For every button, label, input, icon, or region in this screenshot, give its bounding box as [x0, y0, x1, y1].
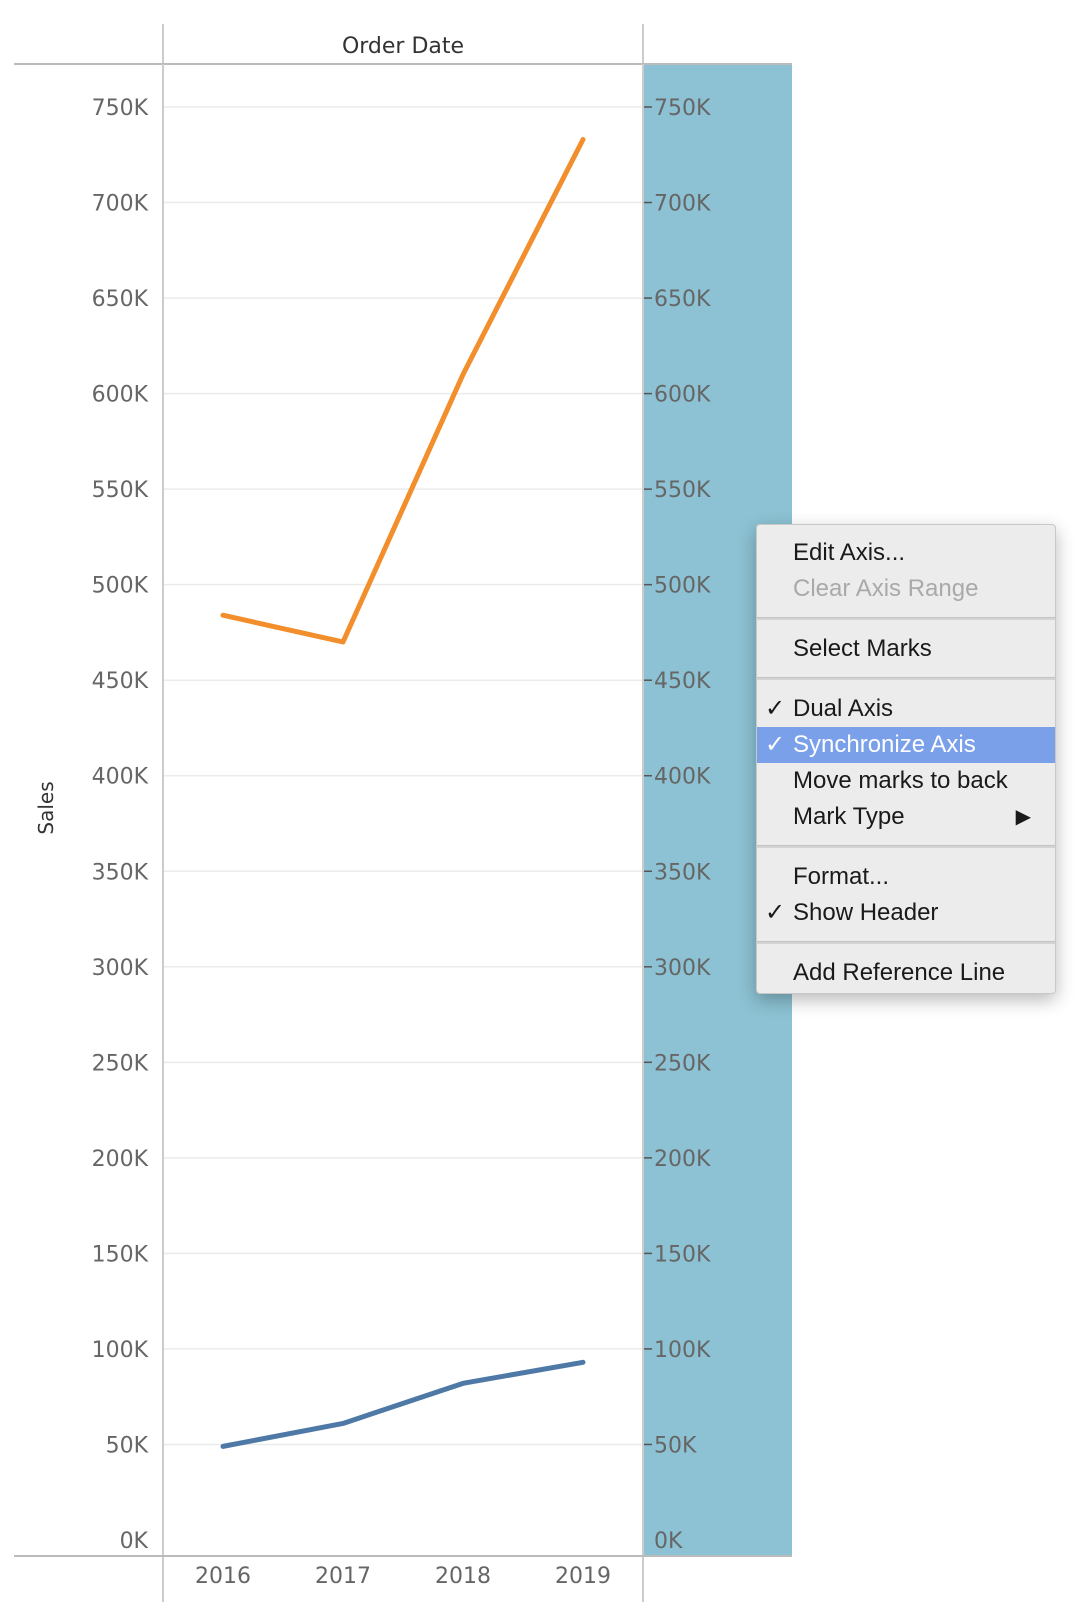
menu-separator	[757, 677, 1055, 680]
left-axis[interactable]: 750K 700K 650K 600K 550K 500K 450K 400K 350K 300K…	[92, 96, 149, 1554]
menu-item-label: Mark Type	[793, 803, 905, 830]
checkmark-icon: ✓	[765, 695, 786, 722]
blue-series-line[interactable]	[220, 1359, 586, 1449]
right-tick-label: 450K	[654, 669, 711, 694]
menu-item-synchronize-axis[interactable]: ✓ Synchronize Axis	[757, 727, 1055, 763]
right-tick-label: 150K	[654, 1242, 711, 1267]
submenu-arrow-icon: ▶	[1015, 806, 1031, 828]
right-tick-label: 100K	[654, 1338, 711, 1363]
menu-item-label: Move marks to back	[793, 767, 1008, 794]
menu-item-edit-axis[interactable]: Edit Axis...	[757, 535, 1055, 571]
menu-item-label: Edit Axis...	[793, 539, 906, 566]
right-tick-label: 0K	[654, 1529, 683, 1554]
menu-item-move-marks-to-back[interactable]: Move marks to back	[757, 763, 1055, 799]
menu-item-label: Select Marks	[793, 635, 932, 662]
orange-series-line[interactable]	[220, 136, 586, 645]
left-tick-label: 150K	[92, 1242, 149, 1267]
right-tick-label: 300K	[654, 956, 711, 981]
right-tick-label: 350K	[654, 860, 711, 885]
menu-separator	[757, 941, 1055, 944]
checkmark-icon: ✓	[765, 899, 786, 926]
menu-item-label: Dual Axis	[793, 695, 894, 722]
menu-item-label: Clear Axis Range	[793, 575, 979, 602]
series-lines	[220, 136, 586, 1449]
menu-item-add-reference-line[interactable]: Add Reference Line	[757, 955, 1055, 991]
column-header-order-date[interactable]: Order Date	[342, 34, 464, 59]
axis-context-menu: Edit Axis... Clear Axis Range Select Marks…	[756, 524, 1056, 994]
right-tick-label: 650K	[654, 287, 711, 312]
menu-separator	[757, 845, 1055, 848]
menu-item-mark-type[interactable]: Mark Type ▶	[757, 799, 1055, 835]
x-tick-label-2016: 2016	[195, 1564, 251, 1589]
menu-item-dual-axis[interactable]: ✓ Dual Axis	[757, 691, 1055, 727]
left-tick-label: 450K	[92, 669, 149, 694]
menu-item-label: Format...	[793, 863, 890, 890]
right-tick-label: 700K	[654, 192, 711, 217]
right-tick-label: 50K	[654, 1433, 697, 1458]
left-tick-label: 400K	[92, 765, 149, 790]
left-tick-label: 650K	[92, 287, 149, 312]
x-tick-label-2017: 2017	[315, 1564, 371, 1589]
menu-item-show-header[interactable]: ✓ Show Header	[757, 895, 1055, 931]
gridlines	[163, 106, 643, 1446]
menu-item-label: Add Reference Line	[793, 959, 1006, 986]
right-tick-label: 500K	[654, 574, 711, 599]
left-tick-label: 600K	[92, 383, 149, 408]
left-tick-label: 50K	[106, 1433, 149, 1458]
right-tick-label: 400K	[654, 765, 711, 790]
left-tick-label: 550K	[92, 478, 149, 503]
checkmark-icon: ✓	[765, 731, 786, 758]
menu-item-clear-axis-range: Clear Axis Range	[757, 571, 1055, 607]
left-tick-label: 300K	[92, 956, 149, 981]
menu-separator	[757, 617, 1055, 620]
right-tick-label: 200K	[654, 1147, 711, 1172]
left-tick-label: 200K	[92, 1147, 149, 1172]
menu-item-label: Synchronize Axis	[793, 731, 976, 758]
x-axis[interactable]: 2016 2017 2018 2019	[195, 1564, 611, 1589]
menu-item-select-marks[interactable]: Select Marks	[757, 631, 1055, 667]
menu-item-format[interactable]: Format...	[757, 859, 1055, 895]
right-tick-label: 750K	[654, 96, 711, 121]
menu-item-label: Show Header	[793, 899, 939, 926]
y-axis-title-sales[interactable]: Sales	[34, 781, 58, 834]
right-tick-label: 600K	[654, 383, 711, 408]
right-tick-label: 550K	[654, 478, 711, 503]
left-tick-label: 250K	[92, 1051, 149, 1076]
left-tick-label: 700K	[92, 192, 149, 217]
right-tick-label: 250K	[654, 1051, 711, 1076]
left-tick-label: 100K	[92, 1338, 149, 1363]
x-tick-label-2018: 2018	[435, 1564, 491, 1589]
left-tick-label: 350K	[92, 860, 149, 885]
left-tick-label: 750K	[92, 96, 149, 121]
left-tick-label: 0K	[120, 1529, 149, 1554]
left-tick-label: 500K	[92, 574, 149, 599]
x-tick-label-2019: 2019	[555, 1564, 611, 1589]
